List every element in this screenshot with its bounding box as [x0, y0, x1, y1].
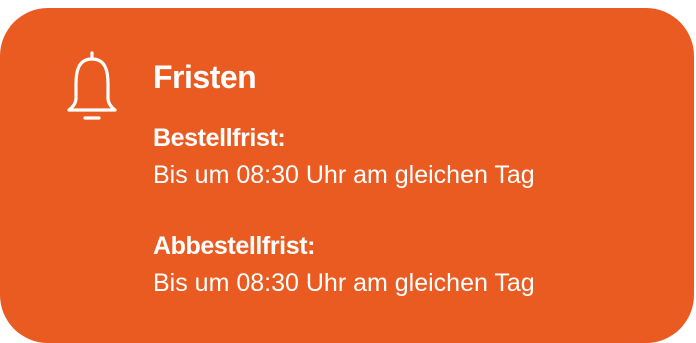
order-deadline: Bestellfrist: Bis um 08:30 Uhr am gleich… — [153, 122, 535, 194]
cancellation-deadline: Abbestellfrist: Bis um 08:30 Uhr am glei… — [153, 230, 535, 302]
card-title: Fristen — [153, 59, 257, 95]
order-deadline-label: Bestellfrist: — [153, 124, 286, 152]
deadlines-card: Fristen Bestellfrist: Bis um 08:30 Uhr a… — [0, 8, 694, 343]
cancellation-deadline-label: Abbestellfrist: — [153, 232, 316, 260]
bell-icon — [66, 50, 118, 124]
cancellation-deadline-value: Bis um 08:30 Uhr am gleichen Tag — [153, 269, 535, 297]
order-deadline-value: Bis um 08:30 Uhr am gleichen Tag — [153, 161, 535, 189]
